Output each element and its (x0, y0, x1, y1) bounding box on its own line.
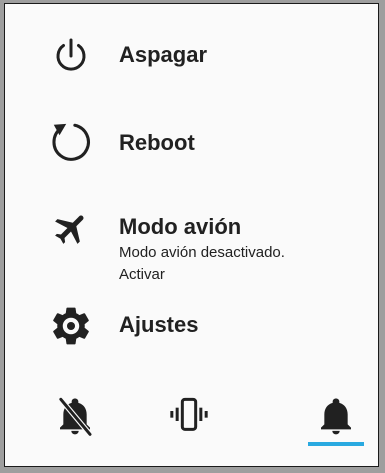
ring-mode-button[interactable] (308, 394, 364, 450)
reboot-icon (49, 120, 93, 164)
vibrate-icon (169, 394, 209, 438)
airplane-mode-status: Modo avión desactivado. (119, 244, 285, 261)
airplane-mode-item[interactable]: Modo avión Modo avión desactivado. Activ… (5, 200, 378, 296)
airplane-mode-label: Modo avión (119, 214, 242, 239)
vibrate-mode-button[interactable] (161, 394, 217, 450)
reboot-label: Reboot (119, 130, 195, 155)
power-off-label: Aspagar (119, 42, 208, 67)
airplane-mode-action: Activar (119, 266, 165, 283)
sound-mode-bar (5, 386, 378, 456)
silent-mode-button[interactable] (47, 394, 103, 450)
bell-icon (316, 394, 356, 438)
power-off-item[interactable]: Aspagar (5, 30, 378, 82)
power-menu-dialog: Aspagar Reboot Modo avión Modo avión des… (4, 3, 379, 467)
power-icon (49, 34, 93, 78)
gear-icon (49, 304, 93, 348)
selected-indicator (308, 442, 364, 446)
airplane-icon (49, 206, 93, 250)
bell-off-icon (55, 394, 95, 438)
reboot-item[interactable]: Reboot (5, 114, 378, 170)
settings-item[interactable]: Ajustes (5, 302, 378, 352)
settings-label: Ajustes (119, 312, 199, 337)
